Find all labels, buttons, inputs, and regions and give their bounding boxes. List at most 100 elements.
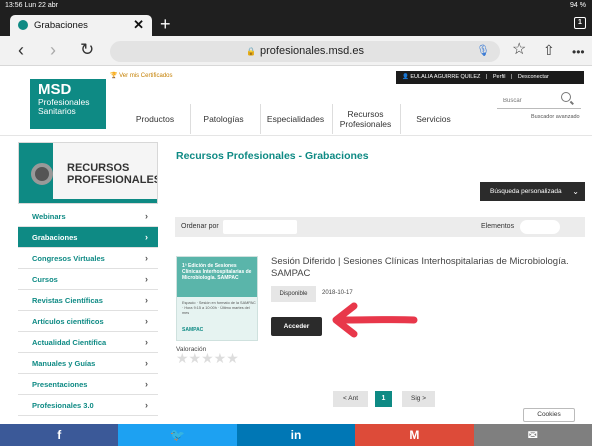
sidebar-item-actualidad-cientifica[interactable]: Actualidad Científica › <box>18 332 158 353</box>
recording-title[interactable]: Sesión Diferido | Sesiones Clínicas Inte… <box>271 256 571 280</box>
url-text: profesionales.msd.es <box>260 45 364 57</box>
sampac-logo: SAMPAC <box>182 327 204 333</box>
sidebar-item-label: Manuales y Guías <box>32 359 96 368</box>
sidebar-item-label: Cursos <box>32 275 58 284</box>
chevron-right-icon: › <box>145 379 148 389</box>
chevron-right-icon: › <box>145 232 148 242</box>
lock-icon: 🔒 <box>246 47 256 56</box>
custom-search-label: Búsqueda personalizada <box>490 188 562 195</box>
filter-bar: Ordenar por Elementos <box>175 217 585 237</box>
sidebar-item-webinars[interactable]: Webinars › <box>18 206 158 227</box>
recording-thumbnail[interactable]: 1ª Edición de Sesiones Clínicas Interhos… <box>176 256 258 341</box>
chevron-right-icon: › <box>145 274 148 284</box>
thumbnail-title: 1ª Edición de Sesiones Clínicas Interhos… <box>182 263 252 281</box>
status-badge: Disponible <box>271 286 316 302</box>
nav-patologias[interactable]: Patologías <box>190 104 256 134</box>
divider: | <box>510 74 513 80</box>
sidebar-item-label: Congresos Virtuales <box>32 254 105 263</box>
banner-title-line-2: PROFESIONALES <box>67 174 158 186</box>
address-bar[interactable]: 🔒 profesionales.msd.es 🎙 <box>110 41 500 62</box>
clock: 13:56 Lun 22 abr <box>5 2 58 9</box>
chevron-right-icon: › <box>145 316 148 326</box>
recording-date: 2018-10-17 <box>322 290 353 296</box>
banner-underline <box>19 199 157 203</box>
nav-especialidades[interactable]: Especialidades <box>260 104 330 134</box>
sidebar-item-grabaciones[interactable]: Grabaciones › <box>18 227 158 248</box>
microphone-icon[interactable]: 🎙 <box>476 41 490 62</box>
sidebar-item-profesionales-3-0[interactable]: Profesionales 3.0 › <box>18 395 158 416</box>
star-rating[interactable]: ★★★★★ <box>176 350 239 367</box>
page-title: Recursos Profesionales - Grabaciones <box>176 150 369 162</box>
nav-productos[interactable]: Productos <box>124 104 186 134</box>
sidebar-item-label: Artículos científicos <box>32 317 104 326</box>
sidebar-item-label: Profesionales 3.0 <box>32 401 94 410</box>
search-icon[interactable] <box>561 92 571 102</box>
pagination-page-1[interactable]: 1 <box>375 391 392 407</box>
new-tab-button[interactable]: + <box>160 14 171 34</box>
close-tab-icon[interactable]: ✕ <box>133 17 144 33</box>
bookmark-star-icon[interactable]: ☆ <box>512 40 526 60</box>
sidebar-item-manuales-guias[interactable]: Manuales y Guías › <box>18 353 158 374</box>
msd-logo[interactable]: MSD Profesionales Sanitarios <box>30 79 106 129</box>
elements-label: Elementos <box>481 223 515 230</box>
tab-count-button[interactable]: 1 <box>574 17 586 29</box>
chevron-right-icon: › <box>145 400 148 410</box>
sidebar-item-label: Webinars <box>32 212 66 221</box>
nav-servicios[interactable]: Servicios <box>400 104 466 134</box>
chevron-right-icon: › <box>145 358 148 368</box>
sidebar-item-presentaciones[interactable]: Presentaciones › <box>18 374 158 395</box>
linkedin-share-button[interactable]: in <box>236 424 356 446</box>
user-icon: 👤 <box>402 74 409 80</box>
pagination-next-button[interactable]: Sig > <box>402 391 435 407</box>
order-by-select[interactable] <box>223 220 297 234</box>
certificates-link-label: Ver mis Certificados <box>119 73 173 79</box>
sidebar-item-revistas-cientificas[interactable]: Revistas Científicas › <box>18 290 158 311</box>
advanced-search-link[interactable]: Buscador avanzado <box>531 114 580 120</box>
forward-icon[interactable]: › <box>50 40 56 60</box>
sidebar-banner-title: RECURSOS PROFESIONALES <box>67 162 158 186</box>
sidebar-item-cursos[interactable]: Cursos › <box>18 269 158 290</box>
msd-favicon-icon <box>18 20 28 30</box>
share-icon[interactable]: ⇧ <box>543 40 555 60</box>
chevron-right-icon: › <box>145 295 148 305</box>
sidebar-item-label: Grabaciones <box>32 233 78 242</box>
gmail-share-button[interactable]: M <box>355 424 474 446</box>
sidebar-item-label: Actualidad Científica <box>32 338 107 347</box>
battery-indicator: 94 % <box>570 2 586 9</box>
twitter-share-button[interactable]: 🐦 <box>118 424 237 446</box>
logo-brand: MSD <box>38 81 72 98</box>
sidebar: RECURSOS PROFESIONALES Webinars › Grabaci… <box>18 138 158 420</box>
elements-select[interactable] <box>520 220 560 234</box>
reload-icon[interactable]: ↻ <box>80 40 94 60</box>
back-icon[interactable]: ‹ <box>18 40 24 60</box>
nav-recursos-profesionales[interactable]: Recursos Profesionales <box>332 104 398 134</box>
browser-toolbar: ‹ › ↻ 🔒 profesionales.msd.es 🎙 ☆ ⇧ ••• <box>0 36 592 66</box>
order-by-label: Ordenar por <box>181 223 219 230</box>
camera-lens-icon <box>31 163 53 185</box>
pagination-prev-button[interactable]: < Ant <box>333 391 368 407</box>
tab-grabaciones[interactable]: Grabaciones ✕ <box>10 15 152 36</box>
access-button[interactable]: Acceder <box>271 317 322 336</box>
cookies-button[interactable]: Cookies <box>523 408 575 422</box>
chevron-right-icon: › <box>145 337 148 347</box>
logout-link[interactable]: Desconectar <box>518 74 549 80</box>
logo-line-2: Sanitarios <box>38 106 76 116</box>
custom-search-button[interactable]: Búsqueda personalizada ⌄ <box>480 182 585 201</box>
chevron-right-icon: › <box>145 253 148 263</box>
divider: | <box>485 74 488 80</box>
banner-title-line-1: RECURSOS <box>67 162 130 174</box>
chevron-right-icon: › <box>145 211 148 221</box>
annotation-arrow-icon <box>332 302 418 338</box>
tab-title: Grabaciones <box>34 20 88 31</box>
sidebar-item-articulos-cientificos[interactable]: Artículos científicos › <box>18 311 158 332</box>
more-icon[interactable]: ••• <box>572 42 585 62</box>
chevron-down-icon: ⌄ <box>572 187 579 196</box>
email-share-button[interactable]: ✉ <box>473 424 592 446</box>
sidebar-item-congresos-virtuales[interactable]: Congresos Virtuales › <box>18 248 158 269</box>
user-name: EULALIA AGUIRRE QUILEZ <box>410 74 481 80</box>
thumbnail-text: Espacio · Sesión en formato de la SAMPAC… <box>182 301 256 315</box>
facebook-share-button[interactable]: f <box>0 424 119 446</box>
certificates-link[interactable]: 🏆 Ver mis Certificados <box>110 72 173 79</box>
profile-link[interactable]: Perfil <box>493 74 506 80</box>
site-header: MSD Profesionales Sanitarios 🏆 Ver mis C… <box>0 66 592 136</box>
